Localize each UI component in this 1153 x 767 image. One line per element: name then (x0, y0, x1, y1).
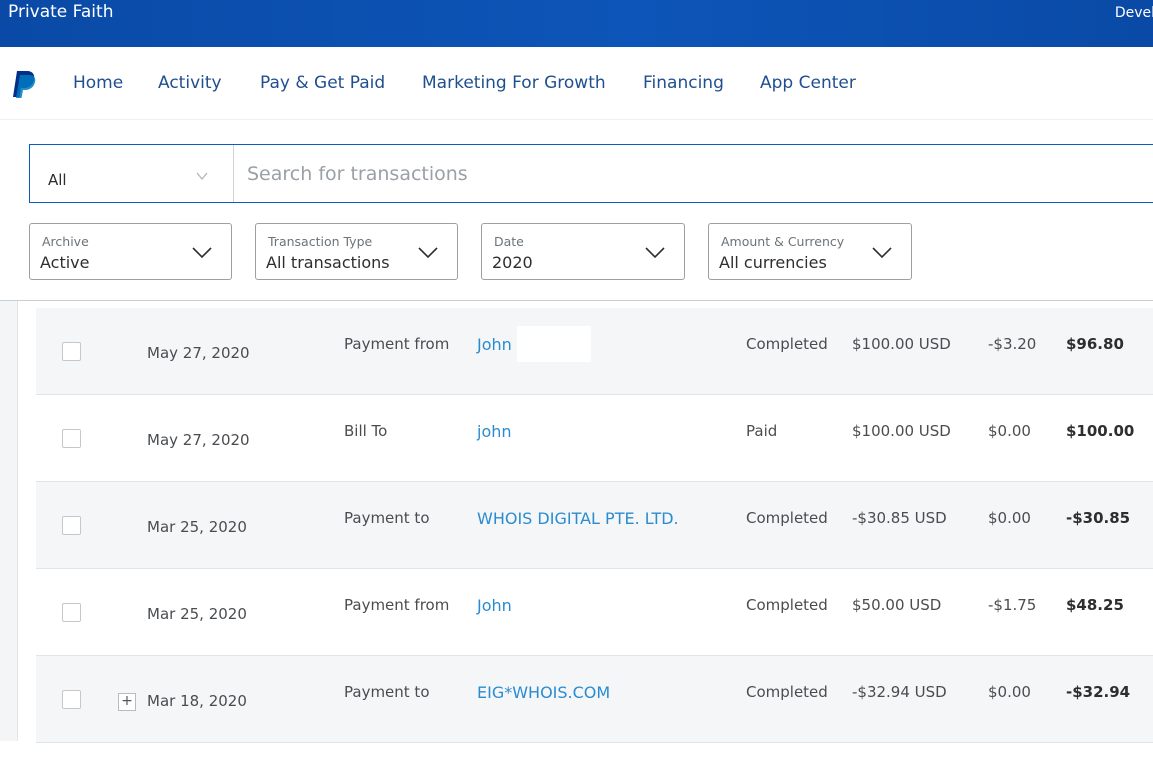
transaction-gross: -$32.94 USD (852, 683, 947, 701)
transaction-date: Mar 25, 2020 (147, 518, 247, 536)
transaction-type: Payment to (344, 509, 430, 527)
transaction-name-link[interactable]: EIG*WHOIS.COM (477, 683, 610, 702)
transaction-status: Completed (746, 596, 828, 614)
redacted-area (517, 326, 591, 362)
transaction-fee: $0.00 (988, 509, 1031, 527)
search-bar: All (29, 144, 1153, 203)
filter-value: 2020 (492, 253, 533, 272)
nav-marketing[interactable]: Marketing For Growth (422, 73, 606, 93)
main-nav: Home Activity Pay & Get Paid Marketing F… (0, 47, 1153, 120)
nav-app-center[interactable]: App Center (760, 73, 856, 93)
nav-pay-get-paid[interactable]: Pay & Get Paid (260, 73, 385, 93)
transaction-fee: -$3.20 (988, 335, 1037, 353)
filter-archive[interactable]: Archive Active (29, 223, 232, 280)
table-row[interactable]: May 27, 2020 Payment from John Completed… (36, 308, 1153, 395)
transaction-gross: $100.00 USD (852, 422, 951, 440)
transaction-type: Bill To (344, 422, 388, 440)
filter-transaction-type[interactable]: Transaction Type All transactions (255, 223, 458, 280)
transaction-date: Mar 18, 2020 (147, 692, 247, 710)
filter-date[interactable]: Date 2020 (481, 223, 685, 280)
developer-link[interactable]: Devel (1115, 5, 1153, 21)
filter-label: Date (494, 234, 524, 249)
row-checkbox[interactable] (62, 603, 81, 622)
transaction-gross: $50.00 USD (852, 596, 942, 614)
transaction-type: Payment from (344, 596, 450, 614)
transaction-name-link[interactable]: John (477, 335, 512, 354)
transaction-status: Completed (746, 335, 828, 353)
left-rail (0, 301, 18, 741)
transaction-name-link[interactable]: WHOIS DIGITAL PTE. LTD. (477, 509, 679, 528)
transaction-gross: -$30.85 USD (852, 509, 947, 527)
table-row[interactable]: + Mar 18, 2020 Payment to EIG*WHOIS.COM … (36, 656, 1153, 743)
paypal-logo-icon[interactable] (10, 69, 36, 99)
transaction-date: May 27, 2020 (147, 431, 250, 449)
filter-label: Amount & Currency (721, 234, 845, 249)
filter-label: Archive (42, 234, 89, 249)
transaction-status: Completed (746, 509, 828, 527)
table-row[interactable]: May 27, 2020 Bill To john Paid $100.00 U… (36, 395, 1153, 482)
row-checkbox[interactable] (62, 516, 81, 535)
filter-label: Transaction Type (268, 234, 373, 249)
section-divider (0, 300, 1153, 301)
top-bar: Private Faith Devel (0, 0, 1153, 47)
transaction-gross: $100.00 USD (852, 335, 951, 353)
account-name: Private Faith (8, 2, 114, 22)
expand-row-icon[interactable]: + (118, 693, 136, 711)
transaction-status: Paid (746, 422, 778, 440)
transaction-fee: $0.00 (988, 683, 1031, 701)
transaction-type: Payment from (344, 335, 450, 353)
chevron-down-icon (418, 247, 438, 259)
transaction-date: May 27, 2020 (147, 344, 250, 362)
table-row[interactable]: Mar 25, 2020 Payment to WHOIS DIGITAL PT… (36, 482, 1153, 569)
nav-home[interactable]: Home (73, 73, 123, 93)
transaction-name-link[interactable]: john (477, 422, 512, 441)
filter-value: All currencies (719, 253, 827, 272)
chevron-down-icon (196, 172, 208, 181)
row-checkbox[interactable] (62, 342, 81, 361)
search-category-value: All (48, 171, 67, 189)
search-category-select[interactable]: All (30, 145, 234, 202)
transaction-fee: -$1.75 (988, 596, 1037, 614)
transaction-type: Payment to (344, 683, 430, 701)
filter-value: All transactions (266, 253, 390, 272)
transaction-net: -$32.94 (1066, 683, 1131, 701)
nav-financing[interactable]: Financing (643, 73, 724, 93)
transaction-status: Completed (746, 683, 828, 701)
transaction-date: Mar 25, 2020 (147, 605, 247, 623)
row-checkbox[interactable] (62, 429, 81, 448)
chevron-down-icon (872, 247, 892, 259)
transaction-net: -$30.85 (1066, 509, 1131, 527)
transaction-net: $100.00 (1066, 422, 1135, 440)
transaction-net: $96.80 (1066, 335, 1124, 353)
chevron-down-icon (192, 247, 212, 259)
nav-activity[interactable]: Activity (158, 73, 222, 93)
transaction-net: $48.25 (1066, 596, 1124, 614)
filter-amount-currency[interactable]: Amount & Currency All currencies (708, 223, 912, 280)
transaction-fee: $0.00 (988, 422, 1031, 440)
row-checkbox[interactable] (62, 690, 81, 709)
chevron-down-icon (645, 247, 665, 259)
transaction-name-link[interactable]: John (477, 596, 512, 615)
table-row[interactable]: Mar 25, 2020 Payment from John Completed… (36, 569, 1153, 656)
search-input[interactable] (235, 145, 1153, 202)
filter-value: Active (40, 253, 90, 272)
